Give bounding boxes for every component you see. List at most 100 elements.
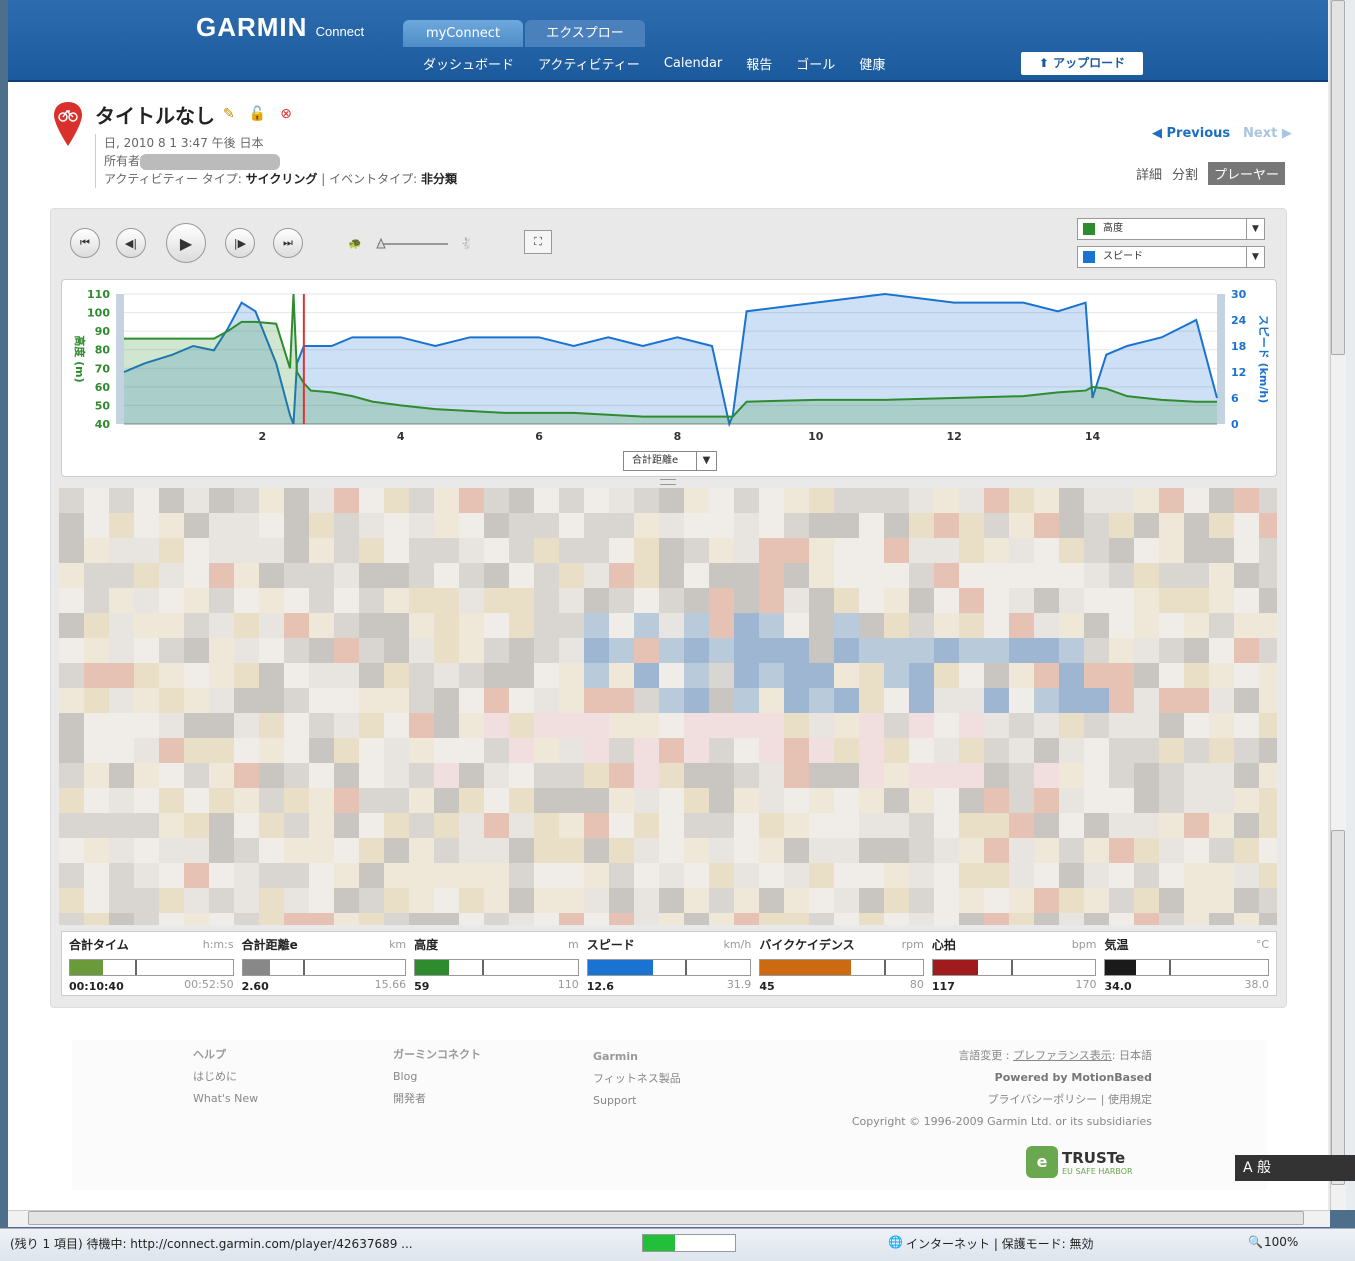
- footer-link[interactable]: Support: [593, 1090, 681, 1112]
- site-header: GARMIN Connect myConnect エクスプロー ダッシュボード …: [8, 0, 1328, 82]
- map-tile: [59, 663, 84, 688]
- chart-panel: 110 100 90 80 70 60 50 40 30 24 18 12 6 0 2 4 6 8 10 12 14 高度…: [61, 279, 1277, 477]
- map-view[interactable]: [59, 488, 1277, 925]
- garmin-logo[interactable]: GARMIN Connect: [196, 12, 364, 43]
- map-tile: [409, 613, 434, 638]
- map-tile: [909, 613, 934, 638]
- resize-handle[interactable]: [660, 479, 676, 485]
- scroll-thumb-secondary[interactable]: [1331, 830, 1345, 1185]
- step-forward-button[interactable]: |▶: [225, 228, 255, 258]
- stat-unit: h:m:s: [202, 938, 234, 951]
- skip-start-button[interactable]: ⏮: [70, 228, 100, 258]
- map-tile: [209, 738, 234, 763]
- tab-myconnect[interactable]: myConnect: [403, 20, 523, 47]
- series1-select[interactable]: 高度 ▼: [1077, 218, 1265, 240]
- activity-type-link[interactable]: サイクリング: [246, 172, 318, 186]
- map-tile: [1184, 863, 1209, 888]
- owner-redacted: [140, 153, 281, 170]
- footer-link[interactable]: Blog: [393, 1066, 481, 1088]
- hscroll-thumb[interactable]: [28, 1211, 1304, 1225]
- map-tile: [59, 888, 84, 913]
- upload-button[interactable]: ⬆ アップロード: [1021, 52, 1143, 75]
- map-tile: [109, 838, 134, 863]
- map-tile: [109, 763, 134, 788]
- skip-end-button[interactable]: ⏭: [273, 228, 303, 258]
- nav-calendar[interactable]: Calendar: [664, 56, 722, 71]
- play-button[interactable]: ▶: [166, 223, 206, 263]
- map-tile: [709, 813, 734, 838]
- truste-badge[interactable]: e TRUSTe EU SAFE HARBOR: [1026, 1146, 1133, 1178]
- lock-icon[interactable]: 🔓: [249, 106, 266, 122]
- map-tile: [409, 538, 434, 563]
- map-tile: [109, 888, 134, 913]
- map-tile: [609, 613, 634, 638]
- map-tile: [459, 688, 484, 713]
- privacy-links[interactable]: プライバシーポリシー | 使用規定: [852, 1089, 1152, 1111]
- stat-progress: [414, 959, 579, 976]
- nav-reports[interactable]: 報告: [746, 54, 772, 73]
- footer-link[interactable]: フィットネス製品: [593, 1068, 681, 1090]
- map-tile: [934, 713, 959, 738]
- fullscreen-button[interactable]: ⛶: [524, 230, 552, 254]
- map-tile: [559, 838, 584, 863]
- map-tile: [384, 788, 409, 813]
- map-tile: [759, 863, 784, 888]
- footer-link[interactable]: What's New: [193, 1088, 258, 1110]
- footer-link[interactable]: はじめに: [193, 1066, 258, 1088]
- map-tile: [984, 488, 1009, 513]
- nav-health[interactable]: 健康: [859, 54, 885, 73]
- tab-details[interactable]: 詳細: [1136, 164, 1162, 183]
- zoom-level[interactable]: 100%: [1264, 1235, 1298, 1249]
- tab-splits[interactable]: 分割: [1172, 164, 1198, 183]
- map-tile: [384, 763, 409, 788]
- map-tile: [634, 613, 659, 638]
- delete-icon[interactable]: ⊗: [280, 106, 292, 122]
- event-type-link[interactable]: 非分類: [421, 172, 457, 186]
- map-tile: [859, 913, 884, 925]
- nav-activities[interactable]: アクティビティー: [538, 54, 640, 73]
- map-tile: [1059, 863, 1084, 888]
- map-tile: [1234, 688, 1259, 713]
- previous-link[interactable]: ◀ Previous: [1152, 126, 1230, 141]
- tab-player[interactable]: プレーヤー: [1208, 162, 1286, 185]
- map-tile: [434, 888, 459, 913]
- map-tile: [1109, 563, 1134, 588]
- map-tile: [384, 513, 409, 538]
- map-tile: [134, 788, 159, 813]
- nav-dashboard[interactable]: ダッシュボード: [423, 54, 514, 73]
- powered-by[interactable]: Powered by MotionBased: [852, 1067, 1152, 1089]
- map-tile: [334, 738, 359, 763]
- tab-explore[interactable]: エクスプロー: [525, 20, 645, 47]
- map-tile: [109, 538, 134, 563]
- map-tile: [434, 688, 459, 713]
- series2-select[interactable]: スピード ▼: [1077, 246, 1265, 268]
- map-tile: [1009, 913, 1034, 925]
- ime-toolbar[interactable]: A 般: [1235, 1155, 1355, 1181]
- map-tile: [609, 863, 634, 888]
- map-tile: [209, 713, 234, 738]
- nav-goals[interactable]: ゴール: [796, 54, 835, 73]
- map-tile: [759, 613, 784, 638]
- footer-link[interactable]: 開発者: [393, 1088, 481, 1110]
- view-tabs: 詳細 分割 プレーヤー: [1136, 162, 1286, 185]
- map-tile: [959, 588, 984, 613]
- security-zone[interactable]: インターネット | 保護モード: 無効: [906, 1235, 1094, 1252]
- map-tile: [1184, 613, 1209, 638]
- map-tile: [584, 863, 609, 888]
- x-axis-select[interactable]: 合計距離e ▼: [623, 451, 717, 471]
- map-tile: [334, 713, 359, 738]
- pref-link[interactable]: プレファランス表示: [1013, 1049, 1112, 1062]
- edit-pencil-icon[interactable]: ✎: [223, 106, 235, 122]
- map-tile: [184, 713, 209, 738]
- map-tile: [934, 513, 959, 538]
- playback-speed-slider[interactable]: 🐢 🐇: [348, 236, 478, 250]
- next-link[interactable]: Next ▶: [1243, 126, 1292, 141]
- map-tile: [559, 813, 584, 838]
- map-tile: [284, 538, 309, 563]
- elevation-speed-chart[interactable]: 11010090807060504030241812602 4 6 8 10 12 14高度…: [62, 280, 1278, 478]
- map-tile: [909, 688, 934, 713]
- step-back-button[interactable]: ◀|: [116, 228, 146, 258]
- map-tile: [309, 588, 334, 613]
- scroll-thumb[interactable]: [1331, 0, 1345, 355]
- map-tile: [359, 813, 384, 838]
